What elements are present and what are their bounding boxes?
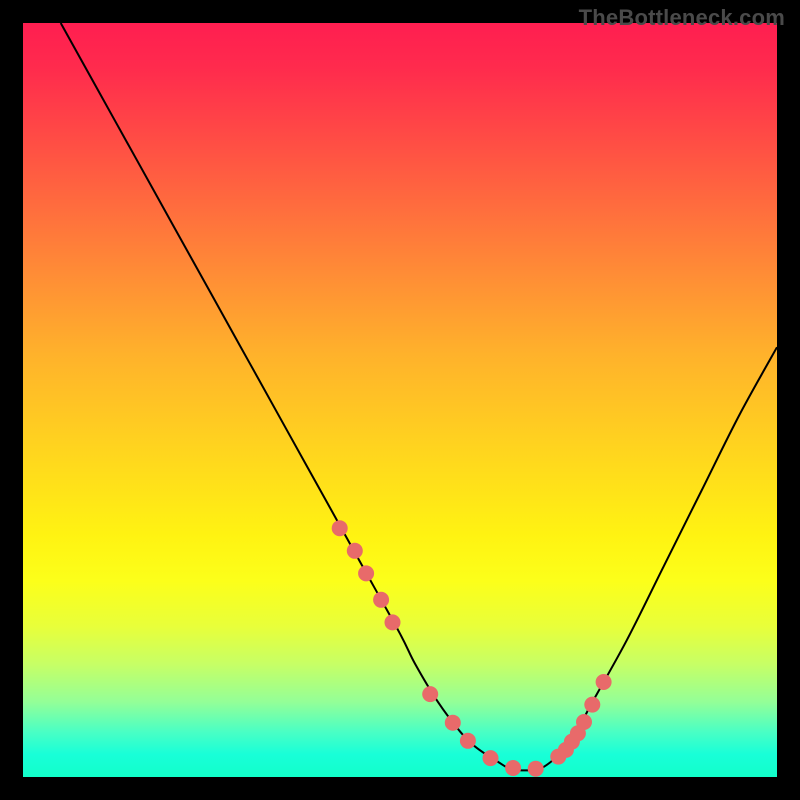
- threshold-dot: [373, 592, 389, 608]
- threshold-dot: [385, 614, 401, 630]
- threshold-dot: [332, 520, 348, 536]
- threshold-dot: [483, 750, 499, 766]
- threshold-dot: [422, 686, 438, 702]
- threshold-dot: [576, 714, 592, 730]
- threshold-dot: [445, 715, 461, 731]
- threshold-dot: [596, 674, 612, 690]
- threshold-dot: [358, 565, 374, 581]
- bottleneck-curve: [61, 23, 777, 770]
- bottleneck-chart: [23, 23, 777, 777]
- threshold-dots-group: [332, 520, 612, 777]
- threshold-dot: [460, 733, 476, 749]
- threshold-dot: [528, 761, 544, 777]
- threshold-dot: [584, 697, 600, 713]
- threshold-dot: [347, 543, 363, 559]
- threshold-dot: [505, 760, 521, 776]
